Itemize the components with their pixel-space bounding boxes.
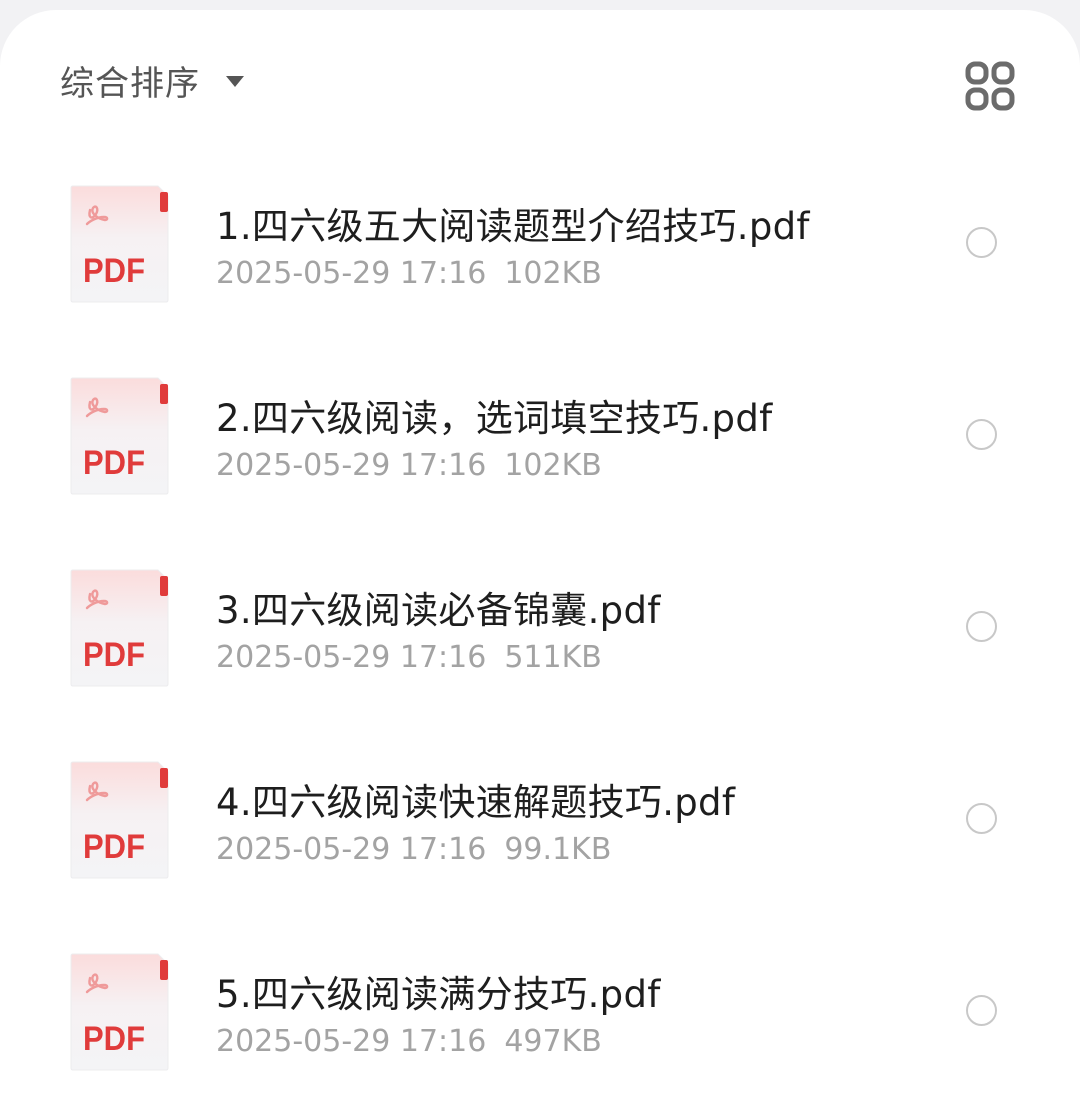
file-name: 5.四六级阅读满分技巧.pdf [216,973,661,1016]
select-radio[interactable] [966,611,997,642]
file-date: 2025-05-29 17:16 [216,1024,487,1059]
grid-view-icon [965,61,1015,111]
file-size: 511KB [504,640,602,675]
file-meta: 2025-05-29 17:16 497KB [216,1024,602,1059]
file-row[interactable]: PDF 1.四六级五大阅读题型介绍技巧.pdf 2025-05-29 17:16… [0,160,1080,352]
pdf-file-icon: PDF [70,761,169,879]
pdf-type-label: PDF [83,828,145,866]
file-meta: 2025-05-29 17:16 511KB [216,640,602,675]
select-radio[interactable] [966,803,997,834]
file-date: 2025-05-29 17:16 [216,448,487,483]
pdf-type-label: PDF [83,444,145,482]
select-radio[interactable] [966,995,997,1026]
file-date: 2025-05-29 17:16 [216,832,487,867]
grid-view-button[interactable] [960,56,1020,116]
pdf-type-label: PDF [83,252,145,290]
pdf-file-icon: PDF [70,377,169,495]
select-radio[interactable] [966,419,997,450]
file-size: 102KB [504,256,602,291]
pdf-file-icon: PDF [70,185,169,303]
file-date: 2025-05-29 17:16 [216,640,487,675]
file-row[interactable]: PDF 2.四六级阅读，选词填空技巧.pdf 2025-05-29 17:16 1… [0,352,1080,544]
file-name: 1.四六级五大阅读题型介绍技巧.pdf [216,205,810,248]
pdf-type-label: PDF [83,1020,145,1058]
file-meta: 2025-05-29 17:16 102KB [216,256,602,291]
file-row[interactable]: PDF 5.四六级阅读满分技巧.pdf 2025-05-29 17:16 497K… [0,928,1080,1096]
file-list-sheet: 综合排序 PDF 1.四六级五大阅读题型介绍技巧.pdf 2025-05-29 … [0,10,1080,1096]
file-size: 497KB [504,1024,602,1059]
file-size: 102KB [504,448,602,483]
file-size: 99.1KB [504,832,612,867]
file-name: 3.四六级阅读必备锦囊.pdf [216,589,661,632]
pdf-type-label: PDF [83,636,145,674]
file-meta: 2025-05-29 17:16 99.1KB [216,832,611,867]
pdf-file-icon: PDF [70,953,169,1071]
sort-dropdown[interactable]: 综合排序 [60,56,244,104]
select-radio[interactable] [966,227,997,258]
caret-down-icon [226,75,244,87]
file-row[interactable]: PDF 4.四六级阅读快速解题技巧.pdf 2025-05-29 17:16 99… [0,736,1080,928]
file-date: 2025-05-29 17:16 [216,256,487,291]
file-list: PDF 1.四六级五大阅读题型介绍技巧.pdf 2025-05-29 17:16… [0,160,1080,1096]
file-name: 4.四六级阅读快速解题技巧.pdf [216,781,736,824]
sort-label: 综合排序 [60,63,200,104]
file-meta: 2025-05-29 17:16 102KB [216,448,602,483]
pdf-file-icon: PDF [70,569,169,687]
toolbar: 综合排序 [0,10,1080,150]
file-name: 2.四六级阅读，选词填空技巧.pdf [216,397,773,440]
file-row[interactable]: PDF 3.四六级阅读必备锦囊.pdf 2025-05-29 17:16 511K… [0,544,1080,736]
